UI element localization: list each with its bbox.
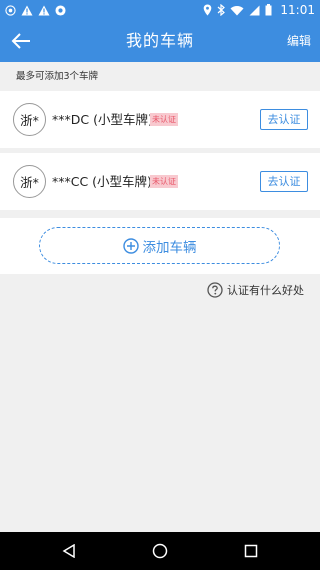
question-circle-icon — [207, 282, 223, 298]
verify-benefits-link[interactable]: 认证有什么好处 — [207, 282, 304, 298]
verify-benefits-label: 认证有什么好处 — [227, 284, 304, 297]
warning-icon — [21, 5, 33, 15]
plate-number: ***CC (小型车牌) — [52, 174, 152, 189]
status-badge: 未认证 — [150, 113, 178, 126]
nav-home-icon[interactable] — [152, 543, 168, 559]
vehicle-card[interactable]: 浙* ***DC (小型车牌) 未认证 去认证 — [0, 91, 320, 148]
plate-number: ***DC (小型车牌) — [52, 112, 153, 127]
location-icon — [204, 4, 212, 16]
edit-button[interactable]: 编辑 — [287, 20, 311, 62]
plus-circle-icon — [122, 237, 139, 254]
app-icon — [55, 4, 66, 16]
status-badge: 未认证 — [150, 175, 178, 188]
province-badge: 浙* — [13, 103, 46, 136]
verify-button[interactable]: 去认证 — [260, 109, 308, 130]
warning-icon — [38, 5, 50, 15]
plate-limit-hint: 最多可添加3个车牌 — [16, 71, 99, 82]
status-time: 11:01 — [280, 3, 315, 17]
app-bar: 我的车辆 编辑 — [0, 20, 320, 62]
vehicle-card[interactable]: 浙* ***CC (小型车牌) 未认证 去认证 — [0, 153, 320, 210]
signal-icon — [249, 5, 260, 15]
bluetooth-icon — [218, 4, 226, 16]
back-arrow-icon[interactable] — [10, 31, 32, 51]
system-nav-bar — [0, 532, 320, 570]
add-vehicle-button[interactable]: 添加车辆 — [39, 227, 280, 264]
nav-recent-apps-icon[interactable] — [244, 544, 258, 558]
page-title: 我的车辆 — [125, 31, 194, 50]
add-vehicle-panel: 添加车辆 — [0, 218, 320, 274]
status-bar: 11:01 — [0, 0, 320, 20]
verify-button[interactable]: 去认证 — [260, 171, 308, 192]
nav-back-icon[interactable] — [62, 544, 76, 558]
notification-icon — [5, 4, 16, 16]
battery-icon — [265, 4, 272, 16]
wifi-icon — [230, 5, 244, 16]
add-vehicle-label: 添加车辆 — [142, 239, 197, 256]
province-badge: 浙* — [13, 165, 46, 198]
